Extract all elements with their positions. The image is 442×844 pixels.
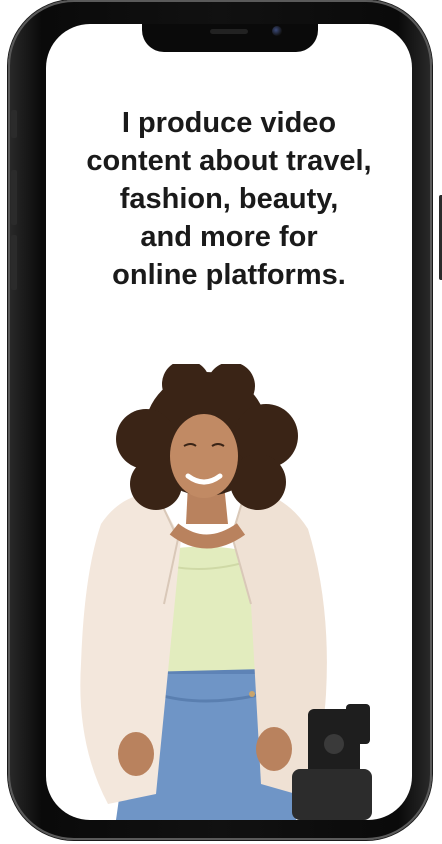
headline-line-4: and more for: [140, 221, 318, 253]
volume-up-button: [11, 170, 17, 225]
notch: [142, 24, 318, 52]
creator-photo: [80, 364, 372, 820]
headline: I produce video content about travel, fa…: [56, 104, 402, 294]
headline-line-5: online platforms.: [112, 259, 346, 291]
face: [170, 414, 238, 498]
left-hand: [118, 732, 154, 776]
headline-line-3: fashion, beauty,: [119, 183, 339, 215]
right-hand: [256, 727, 292, 771]
headline-line-2: content about travel,: [86, 145, 372, 177]
volume-down-button: [11, 235, 17, 290]
speaker-grille: [210, 29, 248, 34]
front-camera-icon: [272, 26, 282, 36]
silent-switch: [11, 110, 17, 138]
headline-line-1: I produce video: [121, 107, 337, 139]
phone-screen: I produce video content about travel, fa…: [46, 24, 412, 820]
phone-frame: I produce video content about travel, fa…: [8, 0, 442, 840]
